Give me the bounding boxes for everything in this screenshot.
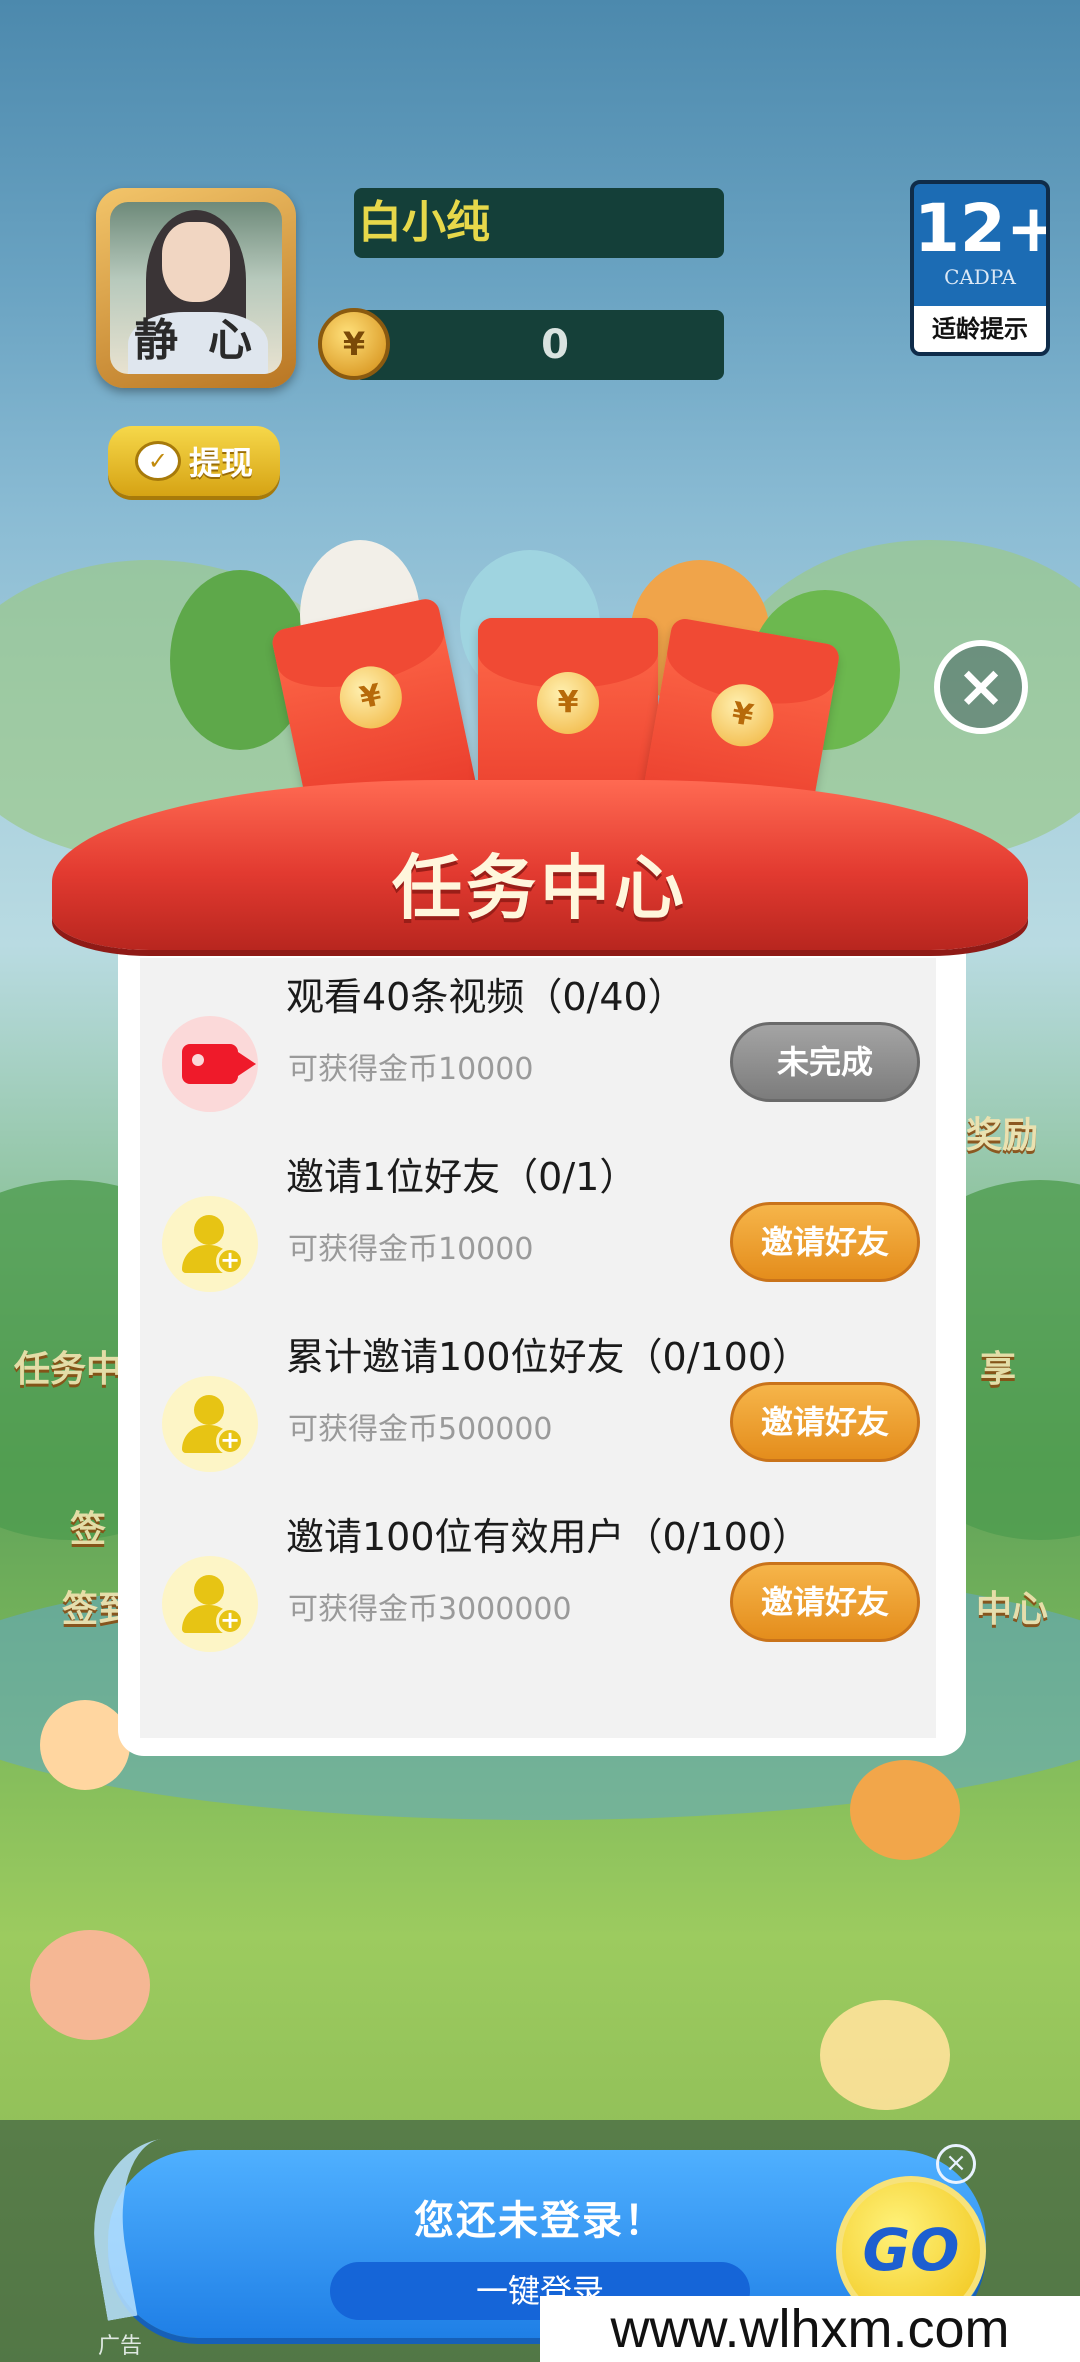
age-rating-org: CADPA <box>944 265 1016 289</box>
task-reward: 可获得金币10000 <box>288 1052 534 1087</box>
age-rating-badge[interactable]: 12+ CADPA 适龄提示 <box>910 180 1050 356</box>
player-name: 白小纯 <box>358 198 490 247</box>
ad-tag: 广告 <box>98 2334 143 2359</box>
task-reward: 可获得金币500000 <box>288 1412 553 1447</box>
add-user-icon: + <box>162 1376 258 1472</box>
player-avatar[interactable]: 静心 <box>96 188 296 388</box>
watermark: www.wlhxm.com <box>540 2296 1080 2362</box>
bg-label-reward: 奖励 <box>966 1115 1039 1156</box>
close-icon[interactable]: × <box>936 2144 976 2184</box>
avatar-portrait: 静心 <box>110 202 282 374</box>
close-modal-button[interactable]: × <box>934 640 1028 734</box>
coin-balance-value: 0 <box>541 322 569 368</box>
login-prompt: 您还未登录！ <box>414 2198 666 2244</box>
yuan-coin-icon: ¥ <box>706 679 779 752</box>
task-title: 邀请100位有效用户（0/100） <box>286 1515 811 1559</box>
task-row: + 累计邀请100位好友（0/100） 可获得金币500000 邀请好友 <box>140 1320 936 1500</box>
withdraw-button[interactable]: ✓ 提现 <box>108 426 280 496</box>
task-row: + 邀请1位好友（0/1） 可获得金币10000 邀请好友 <box>140 1140 936 1320</box>
coin-icon: ¥ <box>318 308 390 380</box>
video-camera-icon <box>162 1016 258 1112</box>
task-reward: 可获得金币10000 <box>288 1232 534 1267</box>
bg-label-sign: 签 <box>70 1509 107 1550</box>
bg-label-task: 任务中 <box>14 1349 123 1390</box>
task-incomplete-button[interactable]: 未完成 <box>730 1022 920 1102</box>
modal-title: 任务中心 <box>392 847 688 929</box>
invite-friend-button[interactable]: 邀请好友 <box>730 1382 920 1462</box>
invite-friend-button[interactable]: 邀请好友 <box>730 1202 920 1282</box>
bg-label-center: 中心 <box>976 1589 1049 1630</box>
invite-friend-button[interactable]: 邀请好友 <box>730 1562 920 1642</box>
bg-label-share: 享 <box>980 1349 1017 1390</box>
yuan-coin-icon: ¥ <box>537 672 599 734</box>
age-rating-number: 12+ <box>914 190 1050 267</box>
age-rating-tip: 适龄提示 <box>914 306 1046 352</box>
task-row: + 邀请100位有效用户（0/100） 可获得金币3000000 邀请好友 <box>140 1500 936 1680</box>
task-title: 邀请1位好友（0/1） <box>286 1155 638 1199</box>
task-row: 观看40条视频（0/40） 可获得金币10000 未完成 <box>140 960 936 1140</box>
add-user-icon: + <box>162 1556 258 1652</box>
task-title: 累计邀请100位好友（0/100） <box>286 1335 811 1379</box>
chat-icon: ✓ <box>134 441 181 481</box>
avatar-caption: 静心 <box>134 315 282 366</box>
task-reward: 可获得金币3000000 <box>288 1592 572 1627</box>
close-icon: × <box>956 652 1006 720</box>
yuan-coin-icon: ¥ <box>334 660 408 735</box>
withdraw-label: 提现 <box>188 444 253 482</box>
task-title: 观看40条视频（0/40） <box>286 975 686 1019</box>
add-user-icon: + <box>162 1196 258 1292</box>
